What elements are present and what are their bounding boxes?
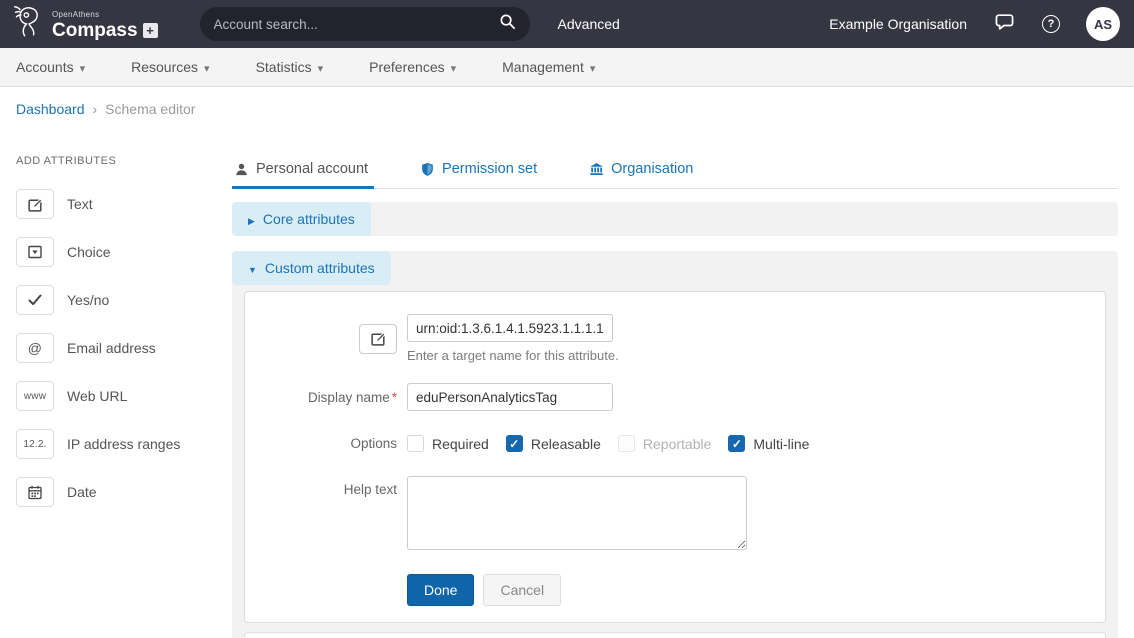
- custom-attributes-header-row: Custom attributes: [232, 251, 1118, 285]
- plus-badge-icon: [143, 23, 158, 38]
- sidebar-item-ipranges[interactable]: 12.2. IP address ranges: [16, 429, 232, 459]
- sidebar-item-label: IP address ranges: [67, 436, 180, 452]
- chevron-down-icon: [80, 59, 86, 75]
- sidebar-item-label: Yes/no: [67, 292, 109, 308]
- checkbox-box: [618, 435, 635, 452]
- checkbox-box[interactable]: [407, 435, 424, 452]
- user-avatar[interactable]: AS: [1086, 7, 1120, 41]
- attributes-sidebar: ADD ATTRIBUTES Text Choice: [0, 131, 232, 638]
- display-name-row: Display name*: [245, 383, 1105, 411]
- target-name-helper: Enter a target name for this attribute.: [407, 348, 619, 363]
- checkbox-box[interactable]: [728, 435, 745, 452]
- menu-accounts[interactable]: Accounts: [16, 59, 85, 75]
- www-icon: www: [16, 381, 54, 411]
- sidebar-item-date[interactable]: Date: [16, 477, 232, 507]
- help-icon[interactable]: [1042, 15, 1060, 33]
- tab-permission-set[interactable]: Permission set: [418, 157, 543, 189]
- checkbox-required[interactable]: Required: [407, 435, 489, 452]
- menu-preferences[interactable]: Preferences: [369, 59, 456, 75]
- help-text-label: Help text: [245, 476, 397, 497]
- sidebar-item-label: Email address: [67, 340, 156, 356]
- edit-target-name-button[interactable]: [359, 324, 397, 354]
- display-name-input[interactable]: [407, 383, 613, 411]
- checkbox-box[interactable]: [506, 435, 523, 452]
- next-attribute-row[interactable]: [244, 632, 1106, 638]
- sidebar-item-yesno[interactable]: Yes/no: [16, 285, 232, 315]
- brand-text: OpenAthens Compass: [52, 11, 158, 44]
- at-icon: @: [16, 333, 54, 363]
- sidebar-item-label: Date: [67, 484, 97, 500]
- shield-icon: [420, 162, 435, 177]
- app-window: OpenAthens Compass Advanced Example Orga…: [0, 0, 1134, 638]
- menu-resources[interactable]: Resources: [131, 59, 209, 75]
- tab-organisation[interactable]: Organisation: [587, 157, 699, 189]
- chevron-down-icon: [590, 59, 596, 75]
- display-name-label: Display name: [308, 390, 390, 405]
- required-marker: *: [392, 390, 397, 405]
- breadcrumb: Dashboard Schema editor: [0, 87, 1134, 131]
- menu-management[interactable]: Management: [502, 59, 595, 75]
- brand-name-large: Compass: [52, 21, 138, 40]
- form-actions-row: Done Cancel: [245, 574, 1105, 606]
- help-text-input[interactable]: [407, 476, 747, 550]
- target-name-row: Enter a target name for this attribute.: [245, 314, 1105, 363]
- sidebar-item-choice[interactable]: Choice: [16, 237, 232, 267]
- main-menu: Accounts Resources Statistics Preference…: [0, 48, 1134, 87]
- core-attributes-panel: Core attributes: [232, 202, 1118, 236]
- help-text-row: Help text: [245, 476, 1105, 550]
- ip-icon: 12.2.: [16, 429, 54, 459]
- sidebar-item-text[interactable]: Text: [16, 189, 232, 219]
- cancel-button[interactable]: Cancel: [483, 574, 561, 606]
- custom-attributes-header[interactable]: Custom attributes: [232, 251, 391, 285]
- caret-down-icon: [248, 260, 257, 276]
- chevron-down-icon: [451, 59, 457, 75]
- sidebar-item-email[interactable]: @ Email address: [16, 333, 232, 363]
- menu-statistics[interactable]: Statistics: [256, 59, 324, 75]
- edit-icon: [16, 189, 54, 219]
- tab-personal-account[interactable]: Personal account: [232, 157, 374, 189]
- person-icon: [234, 162, 249, 177]
- sidebar-heading: ADD ATTRIBUTES: [16, 155, 232, 167]
- chevron-down-icon: [204, 59, 210, 75]
- breadcrumb-current: Schema editor: [105, 101, 195, 117]
- dropdown-icon: [16, 237, 54, 267]
- checkbox-multiline[interactable]: Multi-line: [728, 435, 809, 452]
- owl-logo-icon: [12, 4, 48, 44]
- checkbox-releasable[interactable]: Releasable: [506, 435, 601, 452]
- attribute-edit-form: Enter a target name for this attribute. …: [244, 291, 1106, 623]
- brand-name-small: OpenAthens: [52, 11, 158, 19]
- target-name-input[interactable]: [407, 314, 613, 342]
- sidebar-item-label: Choice: [67, 244, 111, 260]
- organisation-name: Example Organisation: [829, 16, 967, 32]
- top-bar: OpenAthens Compass Advanced Example Orga…: [0, 0, 1134, 48]
- bank-icon: [589, 162, 604, 177]
- brand-logo[interactable]: OpenAthens Compass: [12, 4, 158, 44]
- calendar-icon: [16, 477, 54, 507]
- options-row: Options Required Releasable: [245, 435, 1105, 452]
- check-icon: [16, 285, 54, 315]
- chevron-down-icon: [318, 59, 324, 75]
- account-search-box[interactable]: [200, 7, 530, 41]
- done-button[interactable]: Done: [407, 574, 474, 606]
- schema-tabs: Personal account Permission set: [232, 157, 1118, 189]
- checkbox-reportable: Reportable: [618, 435, 712, 452]
- advanced-search-link[interactable]: Advanced: [558, 16, 620, 32]
- custom-attributes-panel: Custom attributes: [232, 251, 1118, 638]
- options-label: Options: [245, 436, 397, 451]
- account-search-input[interactable]: [214, 17, 499, 32]
- search-icon[interactable]: [499, 13, 516, 35]
- caret-right-icon: [248, 211, 255, 227]
- sidebar-item-weburl[interactable]: www Web URL: [16, 381, 232, 411]
- breadcrumb-separator-icon: [93, 101, 98, 117]
- schema-editor-main: Personal account Permission set: [232, 131, 1134, 638]
- breadcrumb-dashboard-link[interactable]: Dashboard: [16, 101, 85, 117]
- sidebar-item-label: Text: [67, 196, 93, 212]
- sidebar-item-label: Web URL: [67, 388, 127, 404]
- chat-icon[interactable]: [993, 10, 1016, 38]
- core-attributes-header[interactable]: Core attributes: [232, 202, 371, 236]
